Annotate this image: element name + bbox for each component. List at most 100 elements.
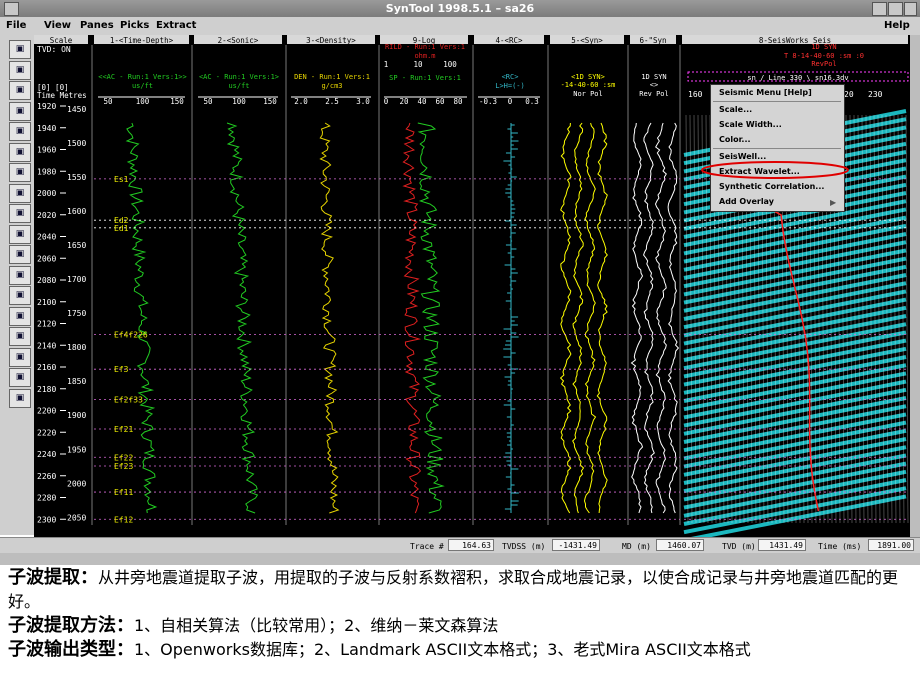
seismic-context-menu: Seismic Menu [Help] Scale... Scale Width…: [701, 84, 849, 212]
curve-label: Rev Pol: [639, 90, 669, 98]
menu-extract[interactable]: Extract: [156, 20, 196, 31]
curve-label: <AC - Run:1 Vers:1>: [199, 73, 279, 81]
slide-caption: 子波提取：从井旁地震道提取子波，用提取的子波与反射系数褶积，求取合成地震记录，以…: [8, 566, 912, 662]
depth-tick-label: 1450: [67, 105, 86, 114]
formation-top-label: Ef22: [114, 453, 133, 462]
menu-panes[interactable]: Panes: [80, 20, 114, 31]
pen-icon[interactable]: ▣: [9, 142, 31, 162]
md-label: MD (m): [622, 542, 651, 551]
curve-label: L>H=(-): [495, 82, 525, 90]
rev-synthetic-trace: [630, 122, 644, 514]
status-bar: Trace # 164.63 TVDSS (m) -1431.49 MD (m)…: [0, 537, 920, 554]
panel-icon[interactable]: ▣: [9, 306, 31, 326]
book-icon[interactable]: ▣: [9, 183, 31, 203]
maximize-button[interactable]: [888, 2, 903, 16]
time-tick-label: 1920: [37, 102, 56, 111]
menu-item-seismic-help[interactable]: Seismic Menu [Help]: [719, 88, 812, 97]
folder-icon[interactable]: ▣: [9, 122, 31, 141]
curve-label: 1D SYN: [641, 73, 666, 81]
depth-tick-label: 1600: [67, 207, 86, 216]
synthetic-trace: [583, 122, 597, 514]
printer-icon[interactable]: ▣: [9, 101, 31, 121]
axis-tick-label: -0.3: [479, 97, 497, 106]
axis-tick-label: 100: [443, 60, 457, 69]
menu-item-scale[interactable]: Scale...: [719, 105, 752, 114]
formation-top-label: Ef21: [114, 425, 133, 434]
horizontal-scrollbar[interactable]: [0, 553, 920, 565]
time-tick-label: 2160: [37, 363, 56, 372]
axis-tick-label: 3.0: [356, 97, 370, 106]
caption-definition-key: 子波提取：: [8, 567, 98, 588]
help-icon[interactable]: ▣: [9, 368, 31, 387]
caption-methods-text: 1、自相关算法（比较常用）；2、维纳－莱文森算法: [134, 616, 499, 635]
tvd-indicator: TVD: ON: [37, 45, 71, 54]
rev-synthetic-trace: [667, 122, 680, 514]
window-title: SynTool 1998.5.1 – sa26: [385, 2, 535, 15]
synth-icon[interactable]: ▣: [9, 265, 31, 285]
menu-item-add-overlay[interactable]: Add Overlay: [719, 197, 774, 206]
menu-view[interactable]: View: [44, 20, 71, 31]
list-icon[interactable]: ▣: [9, 163, 31, 182]
axis-tick-label: 2.5: [325, 97, 339, 106]
clock-icon[interactable]: ▣: [9, 40, 31, 59]
menu-item-color[interactable]: Color...: [719, 135, 751, 144]
depth-tick-label: 1650: [67, 241, 86, 250]
time-tick-label: 2240: [37, 450, 56, 459]
highlight-ellipse: [701, 161, 849, 179]
menu-help[interactable]: Help: [884, 20, 910, 31]
menu-picks[interactable]: Picks: [120, 20, 149, 31]
trace-value: 164.63: [448, 539, 494, 551]
caption-output-types: 子波输出类型：1、Openworks数据库；2、Landmark ASCII文本…: [8, 638, 912, 662]
depth-tick-label: 2000: [67, 479, 86, 488]
curve-label: us/ft: [228, 82, 249, 90]
curve-label: DEN - Run:1 Vers:1: [294, 73, 370, 81]
bars-icon[interactable]: ▣: [9, 327, 31, 346]
depth-tick-label: 1550: [67, 173, 86, 182]
curve-label: -14-40-60 :sm: [561, 81, 616, 89]
vertical-scrollbar[interactable]: [910, 35, 920, 537]
caption-output-key: 子波输出类型：: [8, 639, 134, 660]
minimize-button[interactable]: [872, 2, 887, 16]
caption-definition: 子波提取：从井旁地震道提取子波，用提取的子波与反射系数褶积，求取合成地震记录，以…: [8, 566, 912, 614]
synthetic-trace: [559, 122, 572, 514]
no-icon[interactable]: ▣: [9, 81, 31, 100]
seis-label: 1D SYN: [811, 43, 836, 51]
formation-top-label: Ef11: [114, 488, 133, 497]
curve-label: g/cm3: [321, 82, 342, 90]
formation-top-label: Ed1: [114, 224, 129, 233]
depth-tick-label: 1800: [67, 343, 86, 352]
zoom-icon[interactable]: ▣: [9, 60, 31, 80]
pane-header-label: 6-"Syn: [639, 36, 666, 45]
window-menu-button[interactable]: [4, 2, 19, 16]
synthetic-trace: [596, 122, 608, 514]
grid-icon[interactable]: ▣: [9, 204, 31, 223]
rild-curve: [402, 122, 422, 514]
menu-separator: [713, 148, 841, 149]
editor-icon[interactable]: ▣: [9, 388, 31, 408]
menu-file[interactable]: File: [6, 20, 26, 31]
menu-bar: File View Panes Picks Extract Help: [0, 17, 920, 36]
well-icon[interactable]: ▣: [9, 286, 31, 305]
seis-label: T 8-14-40-60 :sm :0: [784, 52, 864, 60]
depth-tick-label: 1900: [67, 411, 86, 420]
menu-item-synthetic-correlation[interactable]: Synthetic Correlation...: [719, 182, 824, 191]
curve-label: Nor Pol: [573, 90, 603, 98]
rev-synthetic-trace: [654, 122, 667, 514]
axis-tick-label: 80: [453, 97, 463, 106]
time-value: 1891.00: [868, 539, 914, 551]
depth-tick-label: 1500: [67, 139, 86, 148]
time-tick-label: 2200: [37, 407, 56, 416]
formation-top-label: Ef23: [114, 462, 133, 471]
curve-label: <<AC - Run:1 Vers:1>>: [98, 73, 187, 81]
menu-item-scale-width[interactable]: Scale Width...: [719, 120, 782, 129]
seis-label: RevPol: [811, 60, 836, 68]
scale-units: Time Metres: [37, 91, 87, 100]
script-icon[interactable]: ▣: [9, 245, 31, 264]
doc-icon[interactable]: ▣: [9, 224, 31, 244]
table-icon[interactable]: ▣: [9, 347, 31, 367]
submenu-arrow-icon: ▶: [830, 198, 837, 207]
density-curve: [319, 122, 340, 514]
axis-tick-label: 0: [384, 97, 389, 106]
close-button[interactable]: [904, 2, 917, 16]
time-tick-label: 2020: [37, 211, 56, 220]
